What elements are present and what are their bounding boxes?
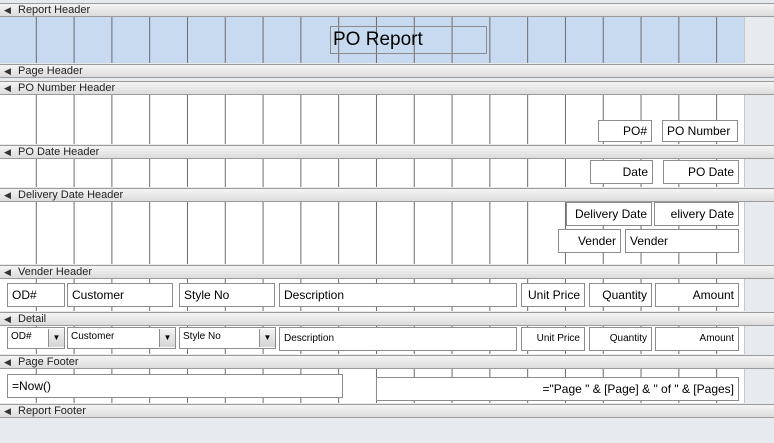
po-number-field[interactable]: PO Number (662, 120, 738, 142)
style-no-field: Style No (183, 331, 221, 342)
po-date-header-bar[interactable]: ◀ PO Date Header (0, 145, 774, 159)
description-field[interactable]: Description (279, 327, 517, 351)
dropdown-arrow-icon[interactable]: ▼ (259, 329, 275, 347)
po-date-field[interactable]: PO Date (663, 160, 739, 184)
section-label: Report Footer (18, 405, 86, 417)
unit-price-column-label[interactable]: Unit Price (521, 283, 585, 307)
quantity-field[interactable]: Quantity (589, 327, 652, 351)
section-label: Detail (18, 313, 47, 325)
po-number-header-bar[interactable]: ◀ PO Number Header (0, 81, 774, 95)
quantity-column-label[interactable]: Quantity (589, 283, 652, 307)
page-number-field[interactable]: ="Page " & [Page] & " of " & [Pages] (376, 377, 739, 401)
customer-combo[interactable]: Customer ▼ (67, 327, 176, 349)
detail-band[interactable]: OD# ▼ Customer ▼ Style No ▼ Description … (0, 326, 745, 354)
po-date-header-band[interactable]: Date PO Date (0, 159, 745, 187)
now-date-field[interactable]: =Now() (7, 374, 343, 398)
section-collapse-icon: ◀ (4, 406, 11, 416)
page-header-bar[interactable]: ◀ Page Header (0, 64, 774, 78)
delivery-date-field[interactable]: elivery Date (654, 202, 739, 226)
delivery-date-header-band[interactable]: Delivery Date elivery Date Vender Vender (0, 202, 745, 264)
description-column-label[interactable]: Description (279, 283, 517, 307)
customer-column-label[interactable]: Customer (67, 283, 173, 307)
unit-price-field[interactable]: Unit Price (521, 327, 585, 351)
style-no-column-label[interactable]: Style No (179, 283, 275, 307)
report-title-label[interactable]: PO Report (330, 26, 487, 54)
vender-field[interactable]: Vender (625, 229, 739, 253)
vender-label[interactable]: Vender (558, 229, 621, 253)
report-header-bar[interactable]: ◀ Report Header (0, 3, 774, 17)
section-label: PO Date Header (18, 146, 100, 158)
section-collapse-icon: ◀ (4, 267, 11, 277)
dropdown-arrow-icon[interactable]: ▼ (48, 329, 64, 347)
page-footer-band[interactable]: =Now() ="Page " & [Page] & " of " & [Pag… (0, 369, 745, 403)
delivery-date-label[interactable]: Delivery Date (566, 202, 652, 226)
section-label: Delivery Date Header (18, 189, 124, 201)
customer-field: Customer (71, 331, 115, 342)
section-collapse-icon: ◀ (4, 147, 11, 157)
section-collapse-icon: ◀ (4, 357, 11, 367)
section-label: Page Footer (18, 356, 79, 368)
od-column-label[interactable]: OD# (7, 283, 65, 307)
section-collapse-icon: ◀ (4, 314, 11, 324)
section-label: Vender Header (18, 266, 92, 278)
po-number-header-band[interactable]: PO# PO Number (0, 95, 745, 144)
dropdown-arrow-icon[interactable]: ▼ (159, 329, 175, 347)
section-label: Page Header (18, 65, 83, 77)
amount-column-label[interactable]: Amount (655, 283, 739, 307)
od-field: OD# (11, 331, 32, 342)
section-collapse-icon: ◀ (4, 66, 11, 76)
style-no-combo[interactable]: Style No ▼ (179, 327, 276, 349)
amount-field[interactable]: Amount (655, 327, 739, 351)
section-collapse-icon: ◀ (4, 190, 11, 200)
section-label: PO Number Header (18, 82, 116, 94)
section-collapse-icon: ◀ (4, 83, 11, 93)
report-header-band[interactable]: PO Report (0, 17, 745, 63)
section-collapse-icon: ◀ (4, 5, 11, 15)
report-footer-bar[interactable]: ◀ Report Footer (0, 404, 774, 418)
vender-header-bar[interactable]: ◀ Vender Header (0, 265, 774, 279)
od-combo[interactable]: OD# ▼ (7, 327, 65, 349)
section-label: Report Header (18, 4, 91, 16)
vender-header-band[interactable]: OD# Customer Style No Description Unit P… (0, 279, 745, 311)
delivery-date-header-bar[interactable]: ◀ Delivery Date Header (0, 188, 774, 202)
detail-bar[interactable]: ◀ Detail (0, 312, 774, 326)
page-footer-bar[interactable]: ◀ Page Footer (0, 355, 774, 369)
po-number-label[interactable]: PO# (598, 120, 652, 142)
po-date-label[interactable]: Date (590, 160, 653, 184)
